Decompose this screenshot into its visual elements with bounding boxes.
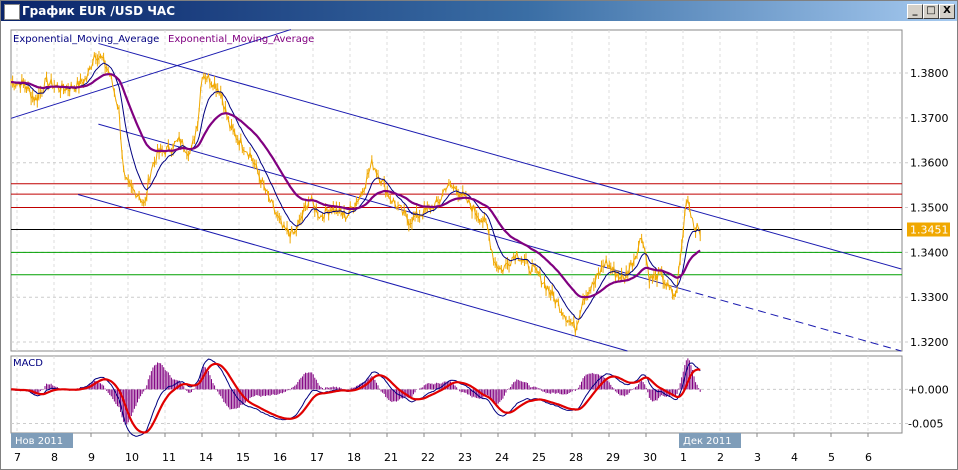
x-tick-label: 5 xyxy=(828,451,835,464)
y-tick-label: 1.3200 xyxy=(910,336,949,349)
x-tick-label: 25 xyxy=(532,451,546,464)
x-tick-label: 21 xyxy=(384,451,398,464)
macd-legend: MACD xyxy=(13,358,43,369)
y-tick-label: 1.3700 xyxy=(910,112,949,125)
macd-tick-label: -0.005 xyxy=(908,417,943,430)
x-tick-label: 16 xyxy=(273,451,287,464)
x-tick-label: 14 xyxy=(199,451,213,464)
x-tick-label: 10 xyxy=(125,451,139,464)
x-tick-label: 7 xyxy=(14,451,21,464)
month-label: Дек 2011 xyxy=(683,436,732,447)
y-tick-label: 1.3800 xyxy=(910,67,949,80)
x-tick-label: 1 xyxy=(680,451,687,464)
x-tick-label: 17 xyxy=(310,451,324,464)
x-tick-label: 11 xyxy=(162,451,176,464)
x-tick-label: 9 xyxy=(88,451,95,464)
ema-legend-1: Exponential_Moving_Average xyxy=(13,34,160,45)
ema-legend-2: Exponential_Moving_Average xyxy=(168,34,315,45)
x-tick-label: 18 xyxy=(347,451,361,464)
macd-tick-label: +0.000 xyxy=(908,383,949,396)
x-tick-label: 29 xyxy=(606,451,620,464)
current-price-label: 1.3451 xyxy=(910,224,949,237)
x-tick-label: 28 xyxy=(569,451,583,464)
x-tick-label: 30 xyxy=(643,451,657,464)
month-label: Нов 2011 xyxy=(15,436,63,447)
y-tick-label: 1.3300 xyxy=(910,291,949,304)
macd-panel xyxy=(10,355,903,434)
x-tick-label: 22 xyxy=(421,451,435,464)
x-tick-label: 8 xyxy=(51,451,58,464)
x-tick-label: 24 xyxy=(495,451,509,464)
x-tick-label: 2 xyxy=(717,451,724,464)
y-tick-label: 1.3500 xyxy=(910,202,949,215)
x-tick-label: 3 xyxy=(754,451,761,464)
x-tick-label: 23 xyxy=(458,451,472,464)
y-tick-label: 1.3400 xyxy=(910,246,949,259)
price-chart[interactable]: 7 8 9 10 11 14 15 16 17 18 21 22 23 24 25 28 29 30 1 2 3 4 5 61… xyxy=(0,0,958,470)
x-tick-label: 6 xyxy=(865,451,872,464)
x-tick-label: 4 xyxy=(791,451,798,464)
y-tick-label: 1.3600 xyxy=(910,157,949,170)
x-tick-label: 15 xyxy=(236,451,250,464)
